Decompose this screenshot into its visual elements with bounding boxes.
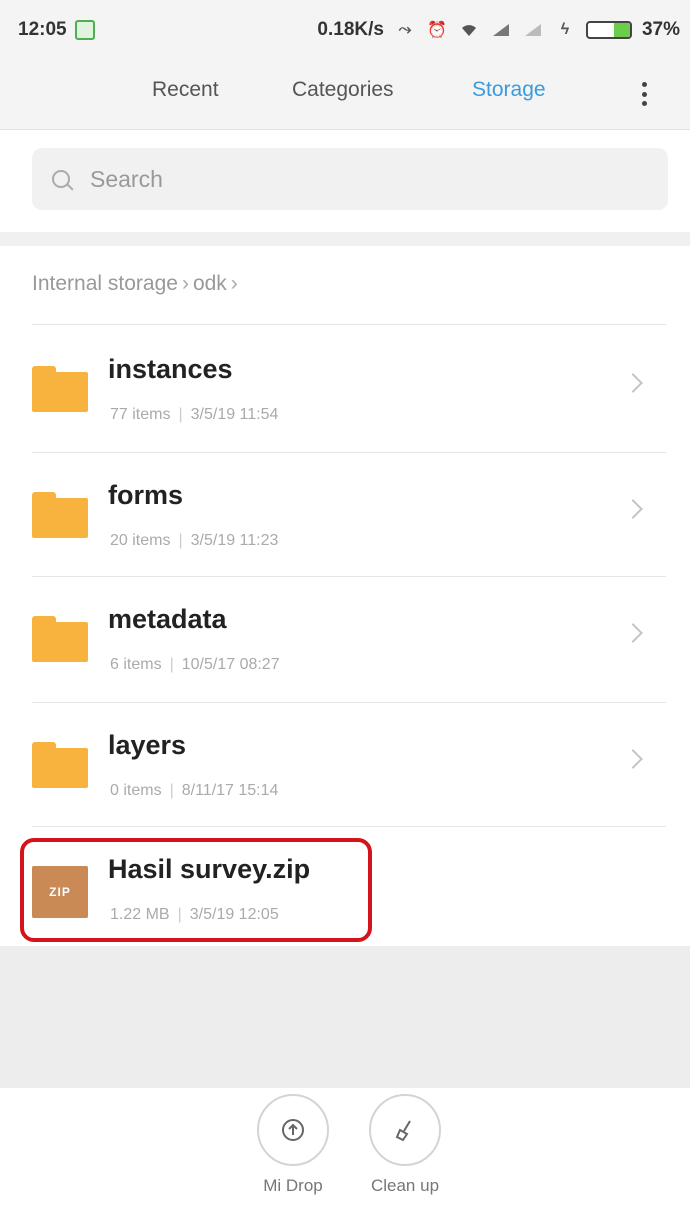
folder-icon: [32, 492, 88, 538]
chevron-right-icon: [623, 499, 643, 519]
clean-up-label: Clean up: [370, 1176, 440, 1195]
upload-icon: [257, 1094, 329, 1166]
list-item-metadata[interactable]: metadata 6 items | 10/5/17 08:27: [0, 580, 690, 704]
status-time: 12:05: [18, 19, 67, 40]
sim-icon: [74, 20, 95, 40]
chevron-right-icon: ›: [181, 272, 189, 295]
signal-2-icon: [522, 21, 544, 39]
empty-area: [0, 946, 690, 1088]
item-date: 3/5/19 11:54: [190, 406, 279, 423]
item-size: 1.22 MB: [110, 906, 170, 923]
breadcrumb-internal-storage[interactable]: Internal storage: [32, 272, 178, 296]
status-bar: 12:05 0.18K/s ⤳ ⏰ ϟ 37%: [0, 0, 690, 60]
search-icon: [52, 170, 70, 188]
status-icons: 0.18K/s ⤳ ⏰ ϟ 37%: [317, 19, 680, 41]
mi-drop-label: Mi Drop: [263, 1176, 323, 1195]
folder-icon: [32, 616, 88, 662]
clean-up-button[interactable]: Clean up: [365, 1094, 445, 1196]
chevron-right-icon: [623, 373, 643, 393]
wifi-icon: [458, 21, 480, 39]
list-item-layers[interactable]: layers 0 items | 8/11/17 15:14: [0, 706, 690, 830]
item-count: 6 items: [110, 656, 162, 673]
folder-icon: [32, 742, 88, 788]
item-meta: 6 items | 10/5/17 08:27: [110, 656, 280, 673]
breadcrumb-odk[interactable]: odk: [193, 272, 227, 296]
search-input[interactable]: Search: [32, 148, 668, 210]
zip-file-icon: ZIP: [32, 866, 88, 918]
folder-icon: [32, 366, 88, 412]
file-list: Internal storage › odk › instances 77 it…: [0, 246, 690, 946]
tab-recent[interactable]: Recent: [152, 78, 219, 102]
tab-categories[interactable]: Categories: [292, 78, 394, 102]
signal-icon: [490, 21, 512, 39]
charging-icon: ϟ: [560, 21, 570, 38]
item-name: metadata: [108, 604, 227, 634]
item-name: forms: [108, 480, 184, 510]
chevron-right-icon: ›: [230, 272, 238, 295]
item-name: Hasil survey.zip: [108, 854, 311, 884]
mi-drop-button[interactable]: Mi Drop: [253, 1094, 333, 1196]
divider: [32, 576, 666, 577]
item-count: 0 items: [110, 782, 162, 799]
more-options-icon[interactable]: [638, 76, 650, 112]
item-count: 77 items: [110, 406, 171, 423]
list-item-instances[interactable]: instances 77 items | 3/5/19 11:54: [0, 330, 690, 454]
divider: [32, 324, 666, 325]
divider: [32, 452, 666, 453]
battery-icon: [585, 21, 632, 39]
divider: [32, 702, 666, 703]
item-meta: 20 items | 3/5/19 11:23: [110, 532, 279, 549]
breadcrumb: Internal storage › odk ›: [32, 272, 238, 296]
item-date: 3/5/19 11:23: [190, 532, 279, 549]
vibrate-off-icon: ⤳: [398, 21, 412, 38]
item-date: 8/11/17 15:14: [181, 782, 279, 799]
list-item-hasil-survey-zip[interactable]: ZIP Hasil survey.zip 1.22 MB | 3/5/19 12:0…: [0, 830, 690, 954]
item-date: 10/5/17 08:27: [181, 656, 280, 673]
item-count: 20 items: [110, 532, 171, 549]
brush-icon: [369, 1094, 441, 1166]
chevron-right-icon: [623, 623, 643, 643]
tab-bar: Recent Categories Storage: [0, 60, 690, 130]
divider: [32, 826, 666, 827]
tab-storage[interactable]: Storage: [472, 78, 546, 102]
alarm-icon: ⏰: [427, 22, 447, 39]
item-name: instances: [108, 354, 233, 384]
item-meta: 77 items | 3/5/19 11:54: [110, 406, 279, 423]
net-speed: 0.18K/s: [317, 19, 384, 40]
battery-percent: 37%: [641, 19, 680, 40]
search-area: Search: [0, 130, 690, 232]
search-placeholder: Search: [90, 165, 163, 192]
battery-fill: [614, 23, 630, 37]
item-date: 3/5/19 12:05: [189, 906, 279, 923]
item-meta: 0 items | 8/11/17 15:14: [110, 782, 279, 799]
chevron-right-icon: [623, 749, 643, 769]
item-name: layers: [108, 730, 187, 760]
list-item-forms[interactable]: forms 20 items | 3/5/19 11:23: [0, 456, 690, 580]
item-meta: 1.22 MB | 3/5/19 12:05: [110, 906, 279, 923]
bottom-bar: Mi Drop Clean up: [0, 1088, 690, 1212]
